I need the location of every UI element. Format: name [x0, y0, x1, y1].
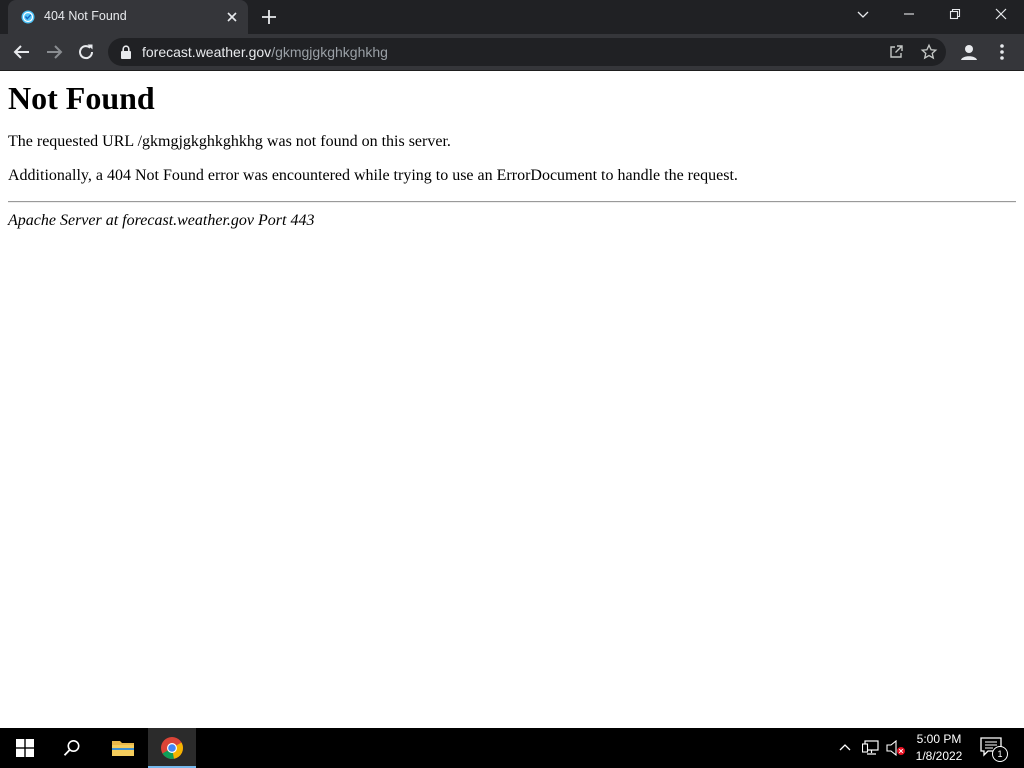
share-icon[interactable]	[888, 44, 904, 65]
reload-icon[interactable]	[74, 40, 98, 64]
close-icon[interactable]	[224, 9, 240, 25]
chrome-icon[interactable]	[148, 728, 196, 768]
url-path: /gkmgjgkghkghkhg	[271, 44, 388, 60]
network-icon[interactable]	[861, 740, 880, 761]
restore-icon[interactable]	[932, 0, 978, 30]
system-clock[interactable]: 5:00 PM 1/8/2022	[908, 731, 970, 765]
clock-time: 5:00 PM	[916, 732, 962, 746]
additional-error-message: Additionally, a 404 Not Found error was …	[8, 167, 738, 184]
search-icon[interactable]	[48, 728, 96, 768]
browser-tab[interactable]: 404 Not Found	[8, 0, 248, 34]
address-bar[interactable]: forecast.weather.gov/gkmgjgkghkghkhg	[108, 38, 946, 66]
url-host: forecast.weather.gov	[142, 44, 272, 60]
file-explorer-icon[interactable]	[98, 728, 146, 768]
forward-arrow-icon[interactable]	[42, 40, 66, 64]
clock-date: 1/8/2022	[915, 749, 963, 763]
title-bar: 404 Not Found	[0, 0, 1024, 34]
action-center-button[interactable]: 1	[978, 736, 1008, 762]
new-tab-button[interactable]	[260, 8, 278, 26]
server-signature: Apache Server at forecast.weather.gov Po…	[8, 212, 315, 229]
profile-icon[interactable]	[958, 41, 980, 63]
windows-taskbar: 5:00 PM 1/8/2022 1	[0, 728, 1024, 768]
back-arrow-icon[interactable]	[10, 40, 34, 64]
url-text: forecast.weather.gov/gkmgjgkghkghkhg	[142, 44, 388, 60]
close-window-icon[interactable]	[978, 0, 1024, 30]
error-message: The requested URL /gkmgjgkghkghkhg was n…	[8, 133, 451, 150]
lock-icon[interactable]	[120, 45, 132, 64]
tab-search-chevron-icon[interactable]	[840, 0, 886, 30]
windows-start-icon[interactable]	[0, 728, 48, 768]
kebab-menu-icon[interactable]	[992, 41, 1012, 63]
page-content: Not Found The requested URL /gkmgjgkghkg…	[8, 71, 1016, 231]
chevron-up-icon[interactable]	[838, 740, 852, 759]
notification-count-badge: 1	[992, 746, 1008, 762]
tab-title: 404 Not Found	[44, 9, 127, 23]
minimize-icon[interactable]	[886, 0, 932, 30]
page-title: Not Found	[8, 80, 155, 116]
divider	[8, 201, 1016, 203]
volume-muted-icon[interactable]	[886, 739, 906, 761]
star-icon[interactable]	[920, 43, 938, 66]
browser-toolbar: forecast.weather.gov/gkmgjgkghkghkhg	[0, 34, 1024, 71]
noaa-globe-icon	[21, 10, 35, 24]
